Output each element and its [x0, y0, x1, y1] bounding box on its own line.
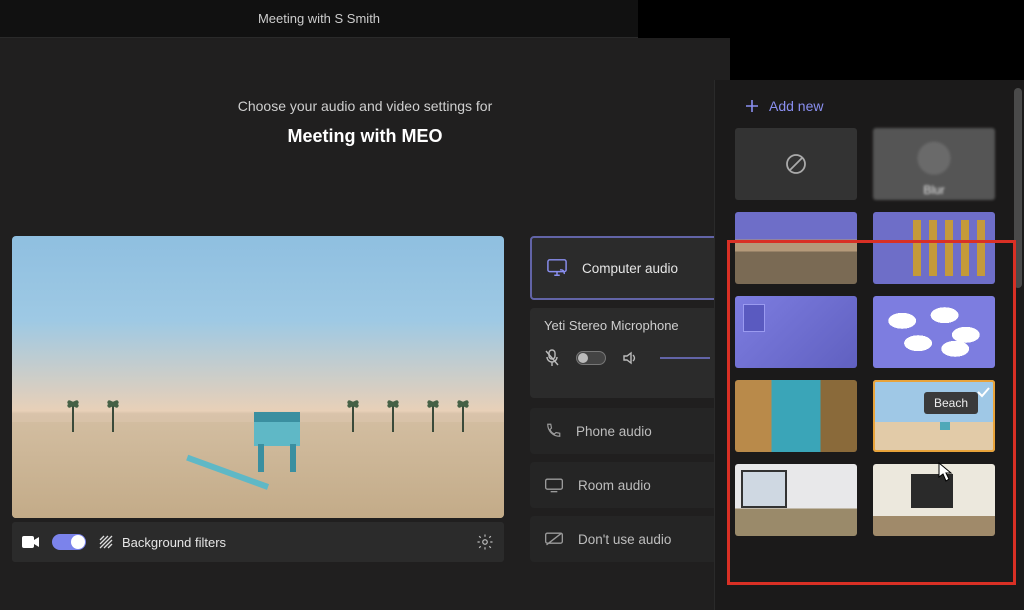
meeting-name: Meeting with MEO	[0, 126, 730, 147]
audio-option-phone-label: Phone audio	[576, 424, 652, 439]
audio-option-room[interactable]: Room audio	[530, 462, 724, 508]
video-preview-area: Background filters	[12, 236, 504, 562]
audio-option-computer-label: Computer audio	[582, 261, 678, 276]
audio-option-room-label: Room audio	[578, 478, 651, 493]
audio-option-phone[interactable]: Phone audio	[530, 408, 724, 454]
none-icon	[784, 152, 808, 176]
bg-palm	[72, 404, 74, 432]
speaker-icon[interactable]	[622, 350, 638, 366]
app-root: Meeting with S Smith Choose your audio a…	[0, 0, 1024, 610]
preview-controls-bar: Background filters	[12, 522, 504, 562]
bg-palm	[112, 404, 114, 432]
prejoin-heading: Choose your audio and video settings for	[0, 98, 730, 114]
annotation-box	[727, 240, 1016, 585]
device-settings-button[interactable]	[476, 533, 494, 551]
background-effects-icon	[98, 534, 114, 550]
audio-device-block: Yeti Stereo Microphone	[530, 308, 724, 398]
window-title: Meeting with S Smith	[258, 11, 380, 26]
blur-label: Blur	[873, 183, 995, 197]
background-filters-label: Background filters	[122, 535, 226, 550]
audio-options: Computer audio Yeti Stereo Microphone	[530, 236, 724, 570]
bg-palm	[392, 404, 394, 432]
video-preview	[12, 236, 504, 518]
audio-option-none[interactable]: Don't use audio	[530, 516, 724, 562]
camera-toggle[interactable]	[52, 534, 86, 550]
add-new-label: Add new	[769, 98, 823, 114]
add-new-background-button[interactable]: Add new	[715, 80, 1024, 128]
audio-device-name: Yeti Stereo Microphone	[544, 318, 710, 333]
bg-palm	[352, 404, 354, 432]
background-filters-button[interactable]: Background filters	[98, 534, 226, 550]
background-tile-blur[interactable]: Blur	[873, 128, 995, 200]
prejoin-panel: Choose your audio and video settings for…	[0, 38, 730, 610]
mic-toggle[interactable]	[576, 351, 606, 365]
mic-off-icon[interactable]	[544, 349, 560, 367]
camera-icon	[22, 535, 40, 549]
bg-lifeguard-tower	[242, 412, 312, 472]
background-tile-none[interactable]	[735, 128, 857, 200]
audio-option-computer[interactable]: Computer audio	[530, 236, 724, 300]
window-title-bar: Meeting with S Smith	[0, 0, 638, 38]
audio-option-none-label: Don't use audio	[578, 532, 671, 547]
plus-icon	[745, 99, 759, 113]
volume-slider[interactable]	[660, 357, 710, 359]
bg-palm	[462, 404, 464, 432]
bg-palm	[432, 404, 434, 432]
